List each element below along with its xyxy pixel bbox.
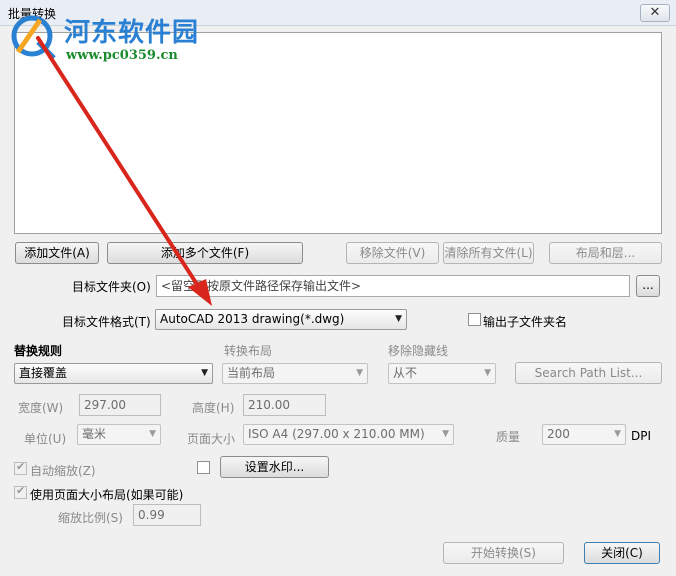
- scale-input[interactable]: 0.99: [133, 504, 201, 526]
- scale-label: 缩放比例(S): [58, 511, 123, 525]
- unit-label: 单位(U): [24, 432, 67, 446]
- clear-all-files-button[interactable]: 清除所有文件(L): [443, 242, 534, 264]
- browse-folder-button[interactable]: ...: [636, 275, 660, 297]
- checkmark-icon: ✔: [16, 484, 26, 497]
- replace-rule-select[interactable]: 直接覆盖 ▼: [14, 363, 213, 384]
- target-format-select[interactable]: AutoCAD 2013 drawing(*.dwg) ▼: [155, 309, 407, 330]
- start-convert-button[interactable]: 开始转换(S): [443, 542, 564, 564]
- unit-select[interactable]: 毫米 ▼: [77, 424, 161, 445]
- remove-hidden-lines-value: 从不: [393, 366, 418, 380]
- target-folder-input[interactable]: <留空则按原文件路径保存输出文件>: [156, 275, 630, 297]
- target-folder-label: 目标文件夹(O): [72, 280, 151, 294]
- target-format-label: 目标文件格式(T): [62, 315, 151, 329]
- add-multiple-files-button[interactable]: 添加多个文件(F): [107, 242, 303, 264]
- width-input[interactable]: 297.00: [79, 394, 161, 416]
- height-label: 高度(H): [192, 401, 235, 415]
- height-input[interactable]: 210.00: [243, 394, 326, 416]
- layout-and-layers-button[interactable]: 布局和层...: [549, 242, 662, 264]
- quality-unit-label: DPI: [631, 429, 652, 443]
- target-format-value: AutoCAD 2013 drawing(*.dwg): [160, 312, 345, 326]
- quality-select[interactable]: 200 ▼: [542, 424, 626, 445]
- chevron-down-icon: ▼: [201, 368, 208, 378]
- checkmark-icon: ✔: [16, 460, 26, 473]
- watermark-url: www.pc0359.cn: [66, 48, 178, 63]
- chevron-down-icon: ▼: [614, 429, 621, 439]
- add-file-button[interactable]: 添加文件(A): [15, 242, 99, 264]
- chevron-down-icon: ▼: [395, 314, 402, 324]
- output-subfolder-checkbox[interactable]: [468, 313, 481, 326]
- replace-rule-label: 替换规则: [14, 344, 63, 358]
- use-page-layout-label: 使用页面大小布局(如果可能): [30, 488, 184, 502]
- search-path-list-button[interactable]: Search Path List...: [515, 362, 662, 384]
- remove-hidden-lines-select[interactable]: 从不 ▼: [388, 363, 496, 384]
- quality-value: 200: [547, 427, 570, 441]
- chevron-down-icon: ▼: [484, 368, 491, 378]
- remove-file-button[interactable]: 移除文件(V): [346, 242, 439, 264]
- remove-hidden-lines-label: 移除隐藏线: [388, 344, 449, 358]
- quality-label: 质量: [496, 430, 521, 444]
- convert-layout-value: 当前布局: [227, 366, 276, 380]
- set-watermark-button[interactable]: 设置水印...: [220, 456, 329, 478]
- watermark-checkbox[interactable]: [197, 461, 210, 474]
- watermark-logo-icon: [11, 15, 56, 60]
- width-label: 宽度(W): [18, 401, 64, 415]
- page-size-label: 页面大小: [187, 432, 236, 446]
- window-close-button[interactable]: ✕: [640, 4, 670, 22]
- page-size-select[interactable]: ISO A4 (297.00 x 210.00 MM) ▼: [243, 424, 454, 445]
- replace-rule-value: 直接覆盖: [19, 366, 68, 380]
- convert-layout-label: 转换布局: [224, 344, 273, 358]
- watermark-title: 河东软件园: [64, 18, 200, 48]
- chevron-down-icon: ▼: [149, 429, 156, 439]
- chevron-down-icon: ▼: [356, 368, 363, 378]
- auto-zoom-checkbox[interactable]: ✔: [14, 460, 27, 475]
- auto-zoom-label: 自动缩放(Z): [30, 464, 96, 478]
- chevron-down-icon: ▼: [442, 429, 449, 439]
- close-button[interactable]: 关闭(C): [584, 542, 660, 564]
- page-size-value: ISO A4 (297.00 x 210.00 MM): [248, 427, 425, 441]
- output-subfolder-label: 输出子文件夹名: [483, 315, 568, 329]
- use-page-layout-checkbox[interactable]: ✔: [14, 484, 27, 499]
- unit-value: 毫米: [82, 427, 107, 441]
- convert-layout-select[interactable]: 当前布局 ▼: [222, 363, 368, 384]
